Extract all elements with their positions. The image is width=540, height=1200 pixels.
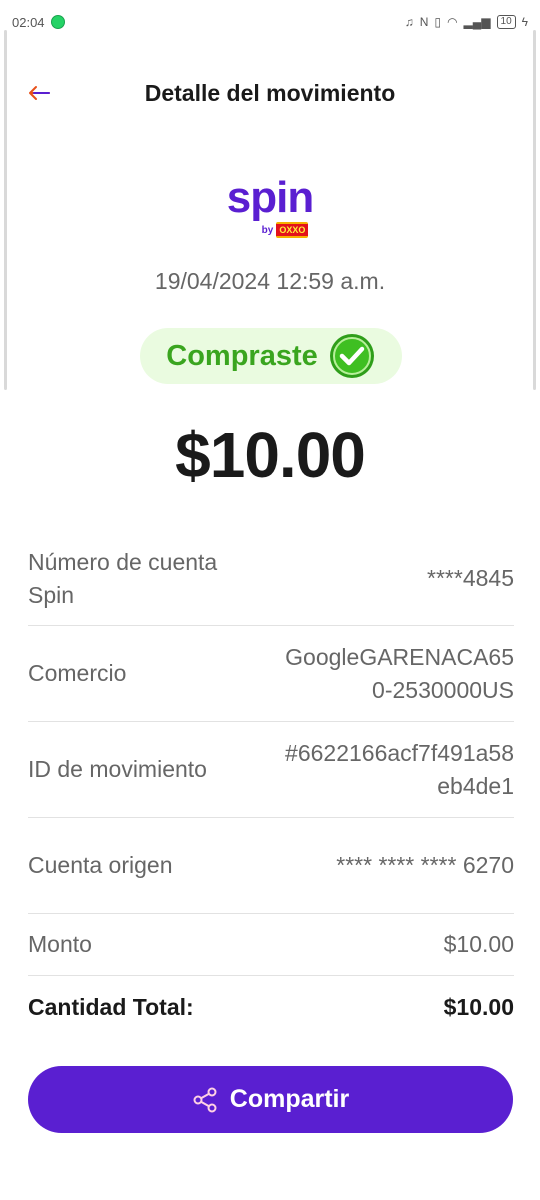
detail-value: #6622166acf7f491a58eb4de1 — [285, 739, 514, 799]
share-button[interactable]: Compartir — [28, 1066, 513, 1133]
detail-row-merchant: Comercio GoogleGARENACA650-2530000US — [28, 626, 514, 722]
share-icon — [193, 1087, 217, 1112]
detail-label: ID de movimiento — [28, 756, 207, 782]
wifi-icon: ◠ — [447, 15, 458, 29]
status-left: 02:04 — [12, 15, 65, 30]
logo-by: by — [261, 224, 274, 236]
details-list: Número de cuenta Spin ****4845 Comercio … — [28, 532, 514, 1038]
detail-label: Comercio — [28, 660, 127, 686]
status-badge: Compraste — [140, 328, 402, 384]
arrow-left-icon — [29, 86, 50, 100]
detail-label: Cuenta origen — [28, 852, 173, 878]
spin-logo: spin by OXXO — [0, 176, 540, 238]
whatsapp-notification-icon — [50, 15, 65, 29]
detail-row-amount: Monto $10.00 — [28, 914, 514, 976]
detail-value: $10.00 — [443, 931, 514, 957]
transaction-datetime: 19/04/2024 12:59 a.m. — [154, 268, 386, 294]
status-right: ♫ N ▯ ◠ ▂▄▆ 10 ϟ — [405, 15, 528, 29]
detail-label: Cantidad Total: — [28, 993, 194, 1020]
detail-value: GoogleGARENACA650-2530000US — [285, 643, 514, 703]
detail-label: Número de cuenta Spin — [28, 548, 218, 608]
back-button[interactable] — [22, 76, 56, 110]
vibrate-icon: ▯ — [434, 15, 442, 29]
detail-value: ****4845 — [427, 565, 514, 591]
nfc-icon: N — [419, 15, 429, 29]
detail-row-source-account: Cuenta origen **** **** **** 6270 — [28, 818, 514, 914]
battery-icon: 10 — [496, 15, 516, 29]
signal-icon: ▂▄▆ — [463, 15, 491, 29]
detail-value: $10.00 — [443, 993, 514, 1020]
clock: 02:04 — [12, 14, 45, 30]
detail-value: **** **** **** 6270 — [336, 852, 514, 878]
check-circle-icon — [329, 334, 374, 378]
app-bar: Detalle del movimiento — [0, 66, 540, 120]
logo-sub: by OXXO — [262, 222, 309, 238]
oxxo-logo: OXXO — [276, 222, 309, 238]
status-label: Compraste — [166, 339, 318, 372]
status-bar: 02:04 ♫ N ▯ ◠ ▂▄▆ 10 ϟ — [0, 0, 540, 44]
share-label: Compartir — [229, 1085, 350, 1113]
transaction-amount: $10.00 — [175, 419, 366, 491]
charging-icon: ϟ — [521, 15, 528, 29]
detail-label: Monto — [28, 931, 92, 957]
page-title: Detalle del movimiento — [144, 79, 396, 106]
logo-word: spin — [226, 173, 314, 222]
detail-row-account: Número de cuenta Spin ****4845 — [28, 532, 514, 626]
detail-row-total: Cantidad Total: $10.00 — [28, 976, 514, 1038]
detail-row-movement-id: ID de movimiento #6622166acf7f491a58eb4d… — [28, 722, 514, 818]
headphones-icon: ♫ — [404, 15, 414, 29]
